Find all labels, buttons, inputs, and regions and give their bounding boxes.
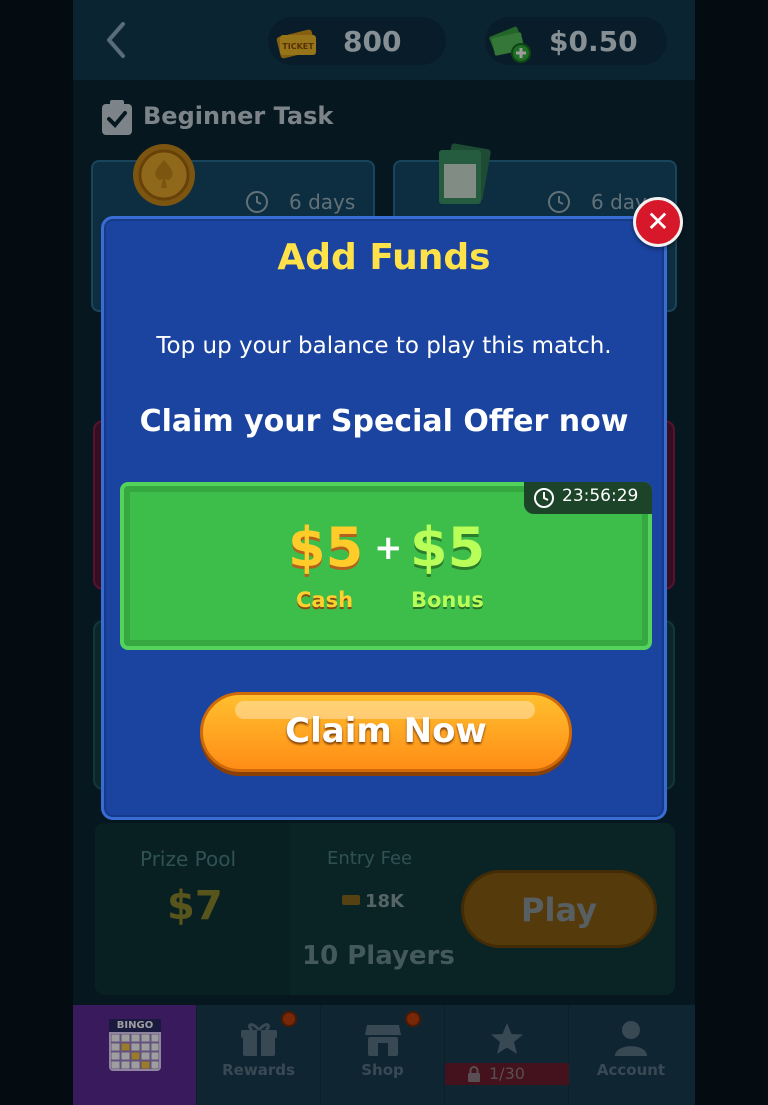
cash-amount-value: $5 xyxy=(288,516,364,579)
close-symbol: ✕ xyxy=(646,205,670,238)
plus-sign: + xyxy=(374,528,403,568)
cash-label: Cash xyxy=(296,588,354,612)
special-offer-card[interactable]: 23:56:29 $5 + $5 Cash Bonus xyxy=(120,482,652,650)
offer-timer: 23:56:29 xyxy=(524,482,652,514)
claim-now-button[interactable]: Claim Now xyxy=(200,692,572,772)
modal-title: Add Funds xyxy=(277,237,491,278)
offer-heading: Claim your Special Offer now xyxy=(139,404,629,439)
clock-icon xyxy=(534,488,554,508)
add-funds-modal: Add Funds Top up your balance to play th… xyxy=(101,216,667,820)
claim-now-label: Claim Now xyxy=(285,711,487,751)
bonus-label: Bonus xyxy=(411,588,484,612)
modal-subtitle: Top up your balance to play this match. xyxy=(156,333,612,359)
close-icon[interactable]: ✕ xyxy=(633,197,683,247)
timer-text: 23:56:29 xyxy=(562,486,639,506)
bonus-amount-value: $5 xyxy=(410,516,486,579)
